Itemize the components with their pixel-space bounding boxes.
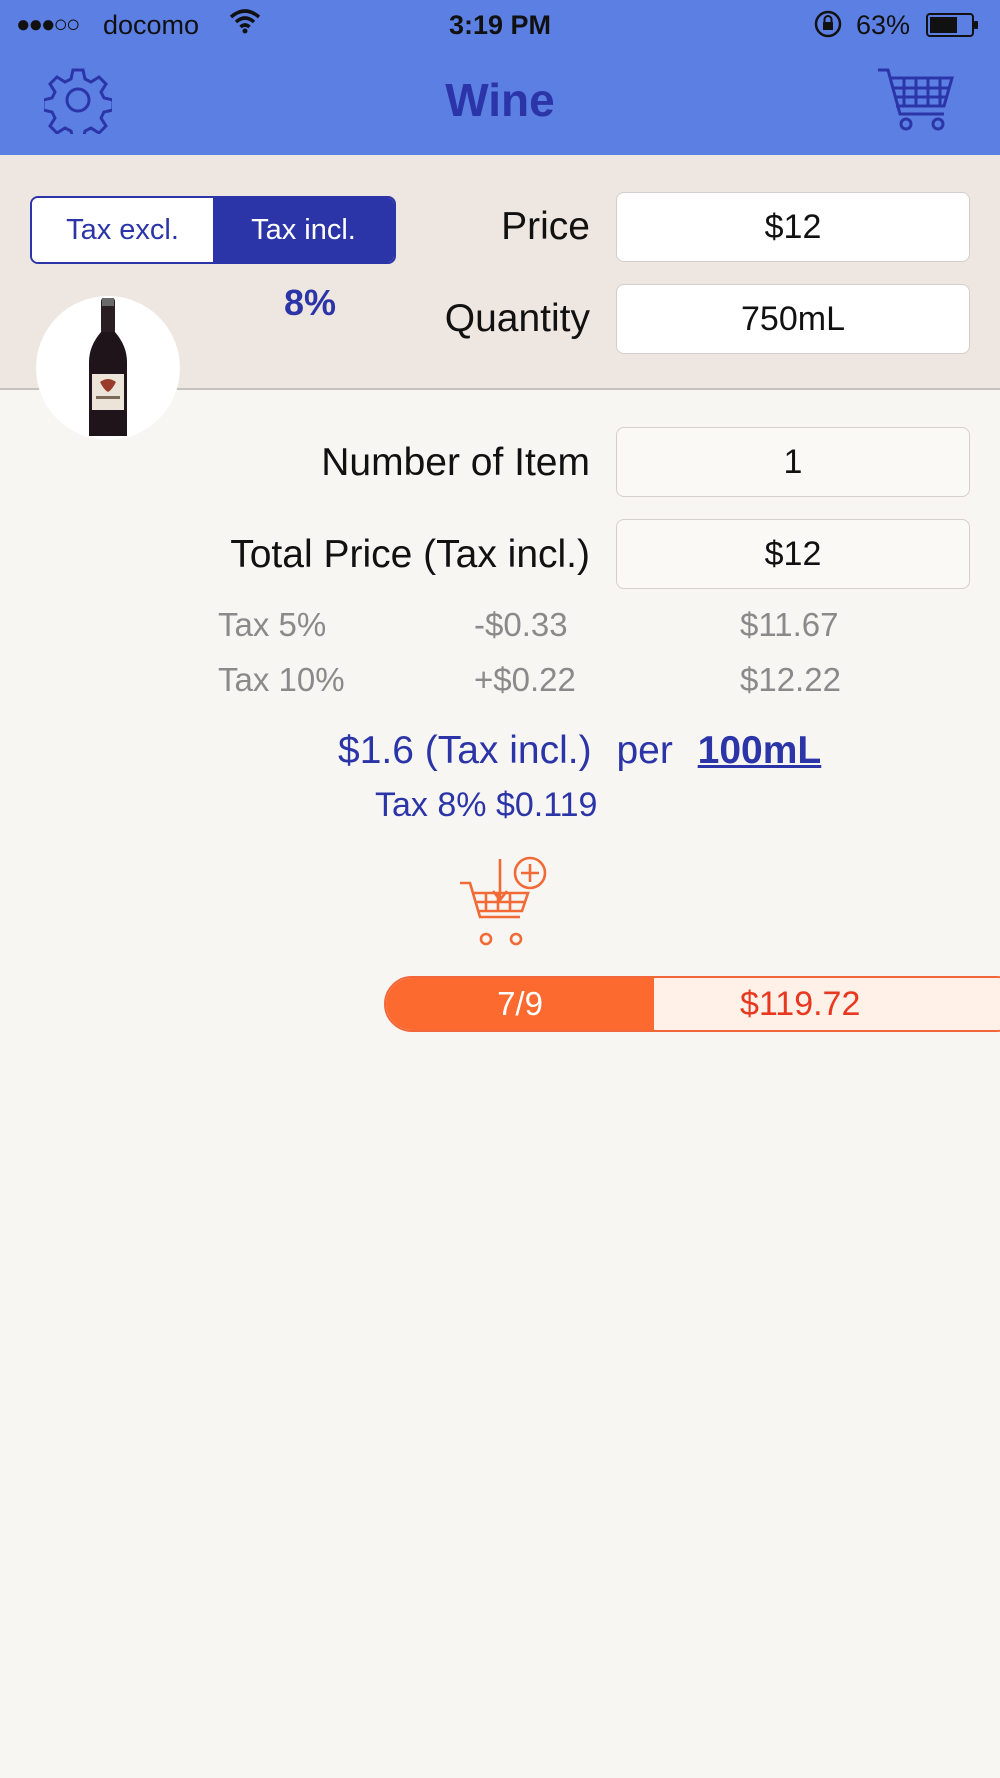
cart-total: $119.72: [654, 978, 1000, 1030]
quantity-label: Quantity: [444, 297, 590, 340]
tax-10-diff: +$0.22: [474, 661, 576, 698]
tax-10-label: Tax 10%: [218, 661, 345, 698]
tax-incl-option[interactable]: Tax incl.: [213, 198, 394, 262]
product-photo[interactable]: [36, 296, 180, 440]
cart-item-count: 7/9: [386, 978, 654, 1030]
battery-percent: 63%: [856, 10, 911, 40]
unit-selector-link[interactable]: 100mL: [698, 729, 822, 772]
rotation-lock-icon: [812, 8, 844, 47]
tax-10-price: $12.22: [740, 661, 841, 698]
item-count-label: Number of Item: [321, 441, 590, 484]
status-bar: ●●●○○ docomo 3:19 PM 63%: [0, 0, 1000, 50]
total-price-label: Total Price (Tax incl.): [230, 533, 590, 576]
price-field[interactable]: $12: [616, 192, 970, 262]
clock: 3:19 PM: [448, 10, 552, 40]
add-to-cart-icon[interactable]: [458, 853, 552, 947]
tax-5-label: Tax 5%: [218, 606, 327, 643]
quantity-field[interactable]: 750mL: [616, 284, 970, 354]
cart-summary-bar[interactable]: 7/9 $119.72: [384, 976, 1000, 1032]
tax-rate[interactable]: 8%: [260, 282, 360, 324]
price-label: Price: [501, 205, 590, 248]
page-title: Wine: [445, 74, 555, 126]
tax-mode-toggle[interactable]: Tax excl. Tax incl.: [30, 196, 396, 264]
unit-price: $1.6 (Tax incl.) per 100mL: [338, 729, 821, 773]
item-count-field[interactable]: 1: [616, 427, 970, 497]
unit-price-tax: Tax 8% $0.119: [375, 786, 598, 824]
total-price-field[interactable]: $12: [616, 519, 970, 589]
battery-icon: [926, 13, 980, 37]
wine-bottle-icon: [89, 298, 127, 436]
unit-price-per: per: [616, 729, 673, 772]
tax-5-price: $11.67: [740, 606, 839, 643]
tax-5-diff: -$0.33: [474, 606, 568, 643]
tax-excl-option[interactable]: Tax excl.: [32, 198, 213, 262]
unit-price-amount: $1.6 (Tax incl.): [338, 729, 592, 772]
cart-icon[interactable]: [876, 64, 956, 134]
